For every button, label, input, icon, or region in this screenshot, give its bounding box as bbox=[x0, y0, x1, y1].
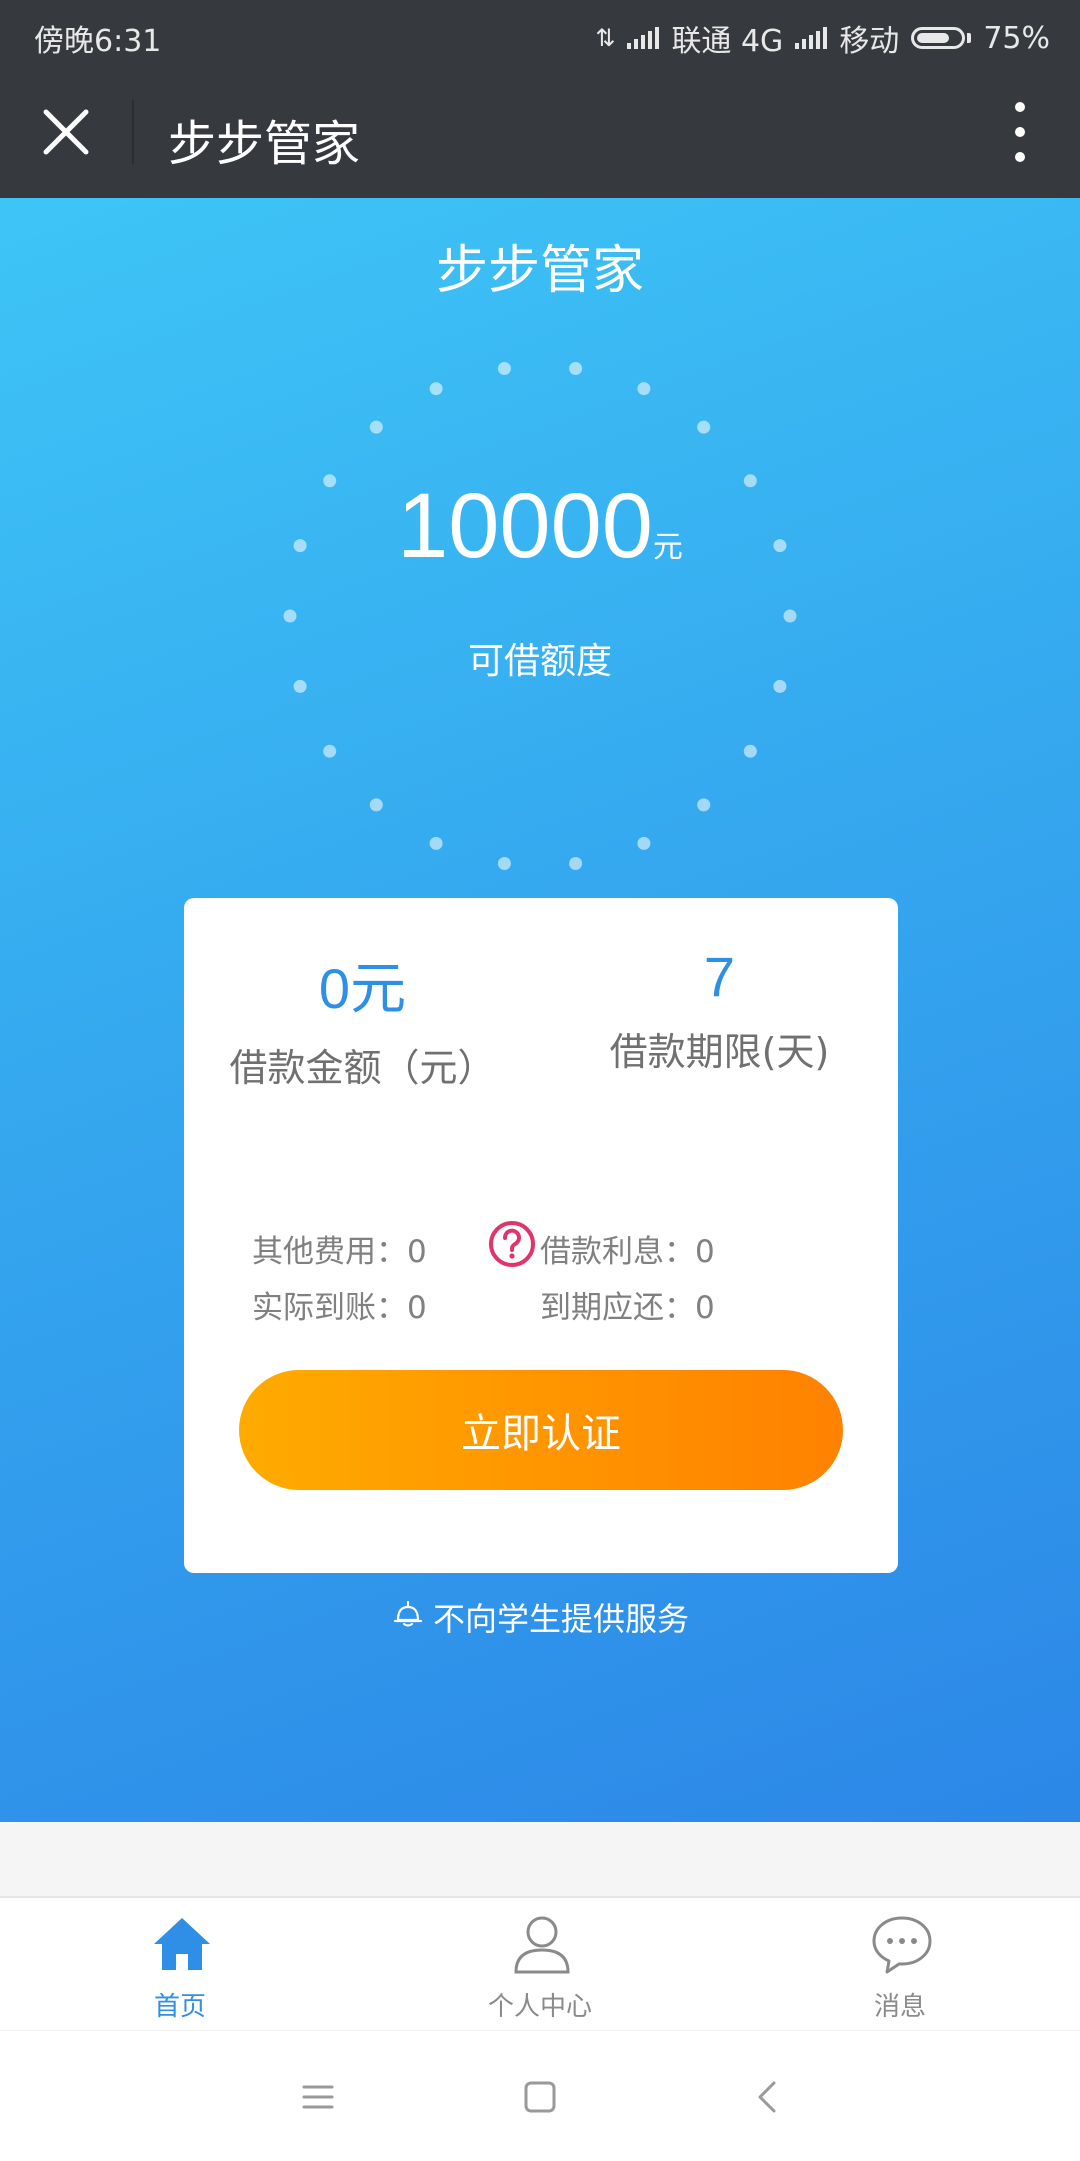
bottom-tab-bar: 首页 个人中心 消息 bbox=[0, 1896, 1080, 2030]
spacer bbox=[0, 1822, 1080, 1896]
loan-amount-stat: 0元 借款金额（元） bbox=[184, 944, 541, 1092]
ring-dot bbox=[369, 798, 383, 812]
ring-dot bbox=[323, 744, 337, 758]
verify-now-button[interactable]: 立即认证 bbox=[239, 1370, 843, 1490]
battery-icon bbox=[911, 27, 972, 49]
student-notice: 不向学生提供服务 bbox=[0, 1594, 1080, 1640]
other-fees: 其他费用：0 bbox=[252, 1234, 427, 1270]
loan-card: 0元 借款金额（元） 7 借款期限(天) 其他费用：0 借款利息：0 实际到账：… bbox=[184, 898, 898, 1573]
ring-dot bbox=[569, 857, 583, 870]
home-icon bbox=[150, 1912, 214, 1976]
status-right: ⇅ 联通 4G 移动 75% bbox=[595, 16, 1050, 60]
bell-icon bbox=[391, 1596, 425, 1638]
credit-amount-label: 可借额度 bbox=[467, 641, 612, 682]
app-bar-title: 步步管家 bbox=[168, 116, 361, 172]
carrier2-label: 移动 bbox=[839, 24, 900, 59]
hero-section: 步步管家 10000元 可借额度 0元 借款金额（元） 7 借款期限(天) 其他… bbox=[0, 198, 1080, 1822]
tab-profile[interactable]: 个人中心 bbox=[360, 1898, 720, 2030]
loan-interest: 借款利息：0 bbox=[540, 1234, 715, 1270]
ring-dot bbox=[697, 798, 711, 812]
status-time: 傍晚6:31 bbox=[34, 24, 162, 59]
fee-details: 其他费用：0 借款利息：0 实际到账：0 到期应还：0 bbox=[184, 1210, 898, 1330]
app-bar-divider bbox=[132, 100, 134, 164]
credit-amount: 10000元 bbox=[0, 474, 1080, 579]
ring-dot bbox=[369, 420, 383, 434]
ring-dot bbox=[743, 744, 757, 758]
close-icon[interactable] bbox=[36, 102, 96, 162]
menu-icon[interactable] bbox=[288, 2067, 348, 2127]
ring-dot bbox=[497, 362, 511, 375]
back-icon[interactable] bbox=[738, 2067, 798, 2127]
carrier1-label: 联通 4G bbox=[671, 24, 784, 59]
loan-amount-label: 借款金额（元） bbox=[229, 1046, 496, 1090]
signal-icon-2 bbox=[795, 27, 828, 49]
user-icon bbox=[510, 1912, 574, 1976]
ring-dot bbox=[637, 382, 651, 396]
app-bar: 步步管家 bbox=[0, 66, 1080, 198]
tab-messages-label: 消息 bbox=[873, 1992, 926, 2022]
loan-term-value: 7 bbox=[703, 945, 736, 1008]
ring-dot bbox=[783, 609, 797, 623]
ring-dot bbox=[497, 857, 511, 870]
tab-profile-label: 个人中心 bbox=[487, 1992, 592, 2022]
help-icon[interactable] bbox=[488, 1220, 536, 1268]
credit-amount-unit: 元 bbox=[652, 530, 683, 565]
system-nav-bar bbox=[0, 2030, 1080, 2161]
status-bar: 傍晚6:31 ⇅ 联通 4G 移动 75% bbox=[0, 0, 1080, 66]
tab-home-label: 首页 bbox=[153, 1992, 206, 2022]
tab-home[interactable]: 首页 bbox=[0, 1898, 360, 2030]
ring-dot bbox=[429, 382, 443, 396]
ring-dot bbox=[283, 609, 297, 623]
signal-icon bbox=[627, 27, 660, 49]
message-icon bbox=[870, 1912, 934, 1976]
credit-amount-value: 10000 bbox=[397, 475, 653, 577]
more-vertical-icon[interactable] bbox=[1012, 102, 1028, 162]
home-button-icon[interactable] bbox=[510, 2067, 570, 2127]
due-repayment: 到期应还：0 bbox=[540, 1290, 715, 1326]
tab-messages[interactable]: 消息 bbox=[720, 1898, 1080, 2030]
loan-amount-value: 0元 bbox=[318, 957, 407, 1020]
ring-dot bbox=[429, 836, 443, 850]
loan-term-label: 借款期限(天) bbox=[609, 1030, 830, 1074]
data-transfer-icon: ⇅ bbox=[595, 24, 616, 52]
student-notice-text: 不向学生提供服务 bbox=[432, 1600, 689, 1638]
ring-dot bbox=[569, 362, 583, 375]
battery-percent: 75% bbox=[983, 20, 1050, 56]
actual-received: 实际到账：0 bbox=[252, 1290, 427, 1326]
ring-dot bbox=[637, 836, 651, 850]
ring-dot bbox=[697, 420, 711, 434]
loan-term-stat: 7 借款期限(天) bbox=[541, 944, 898, 1076]
hero-title: 步步管家 bbox=[435, 241, 644, 301]
